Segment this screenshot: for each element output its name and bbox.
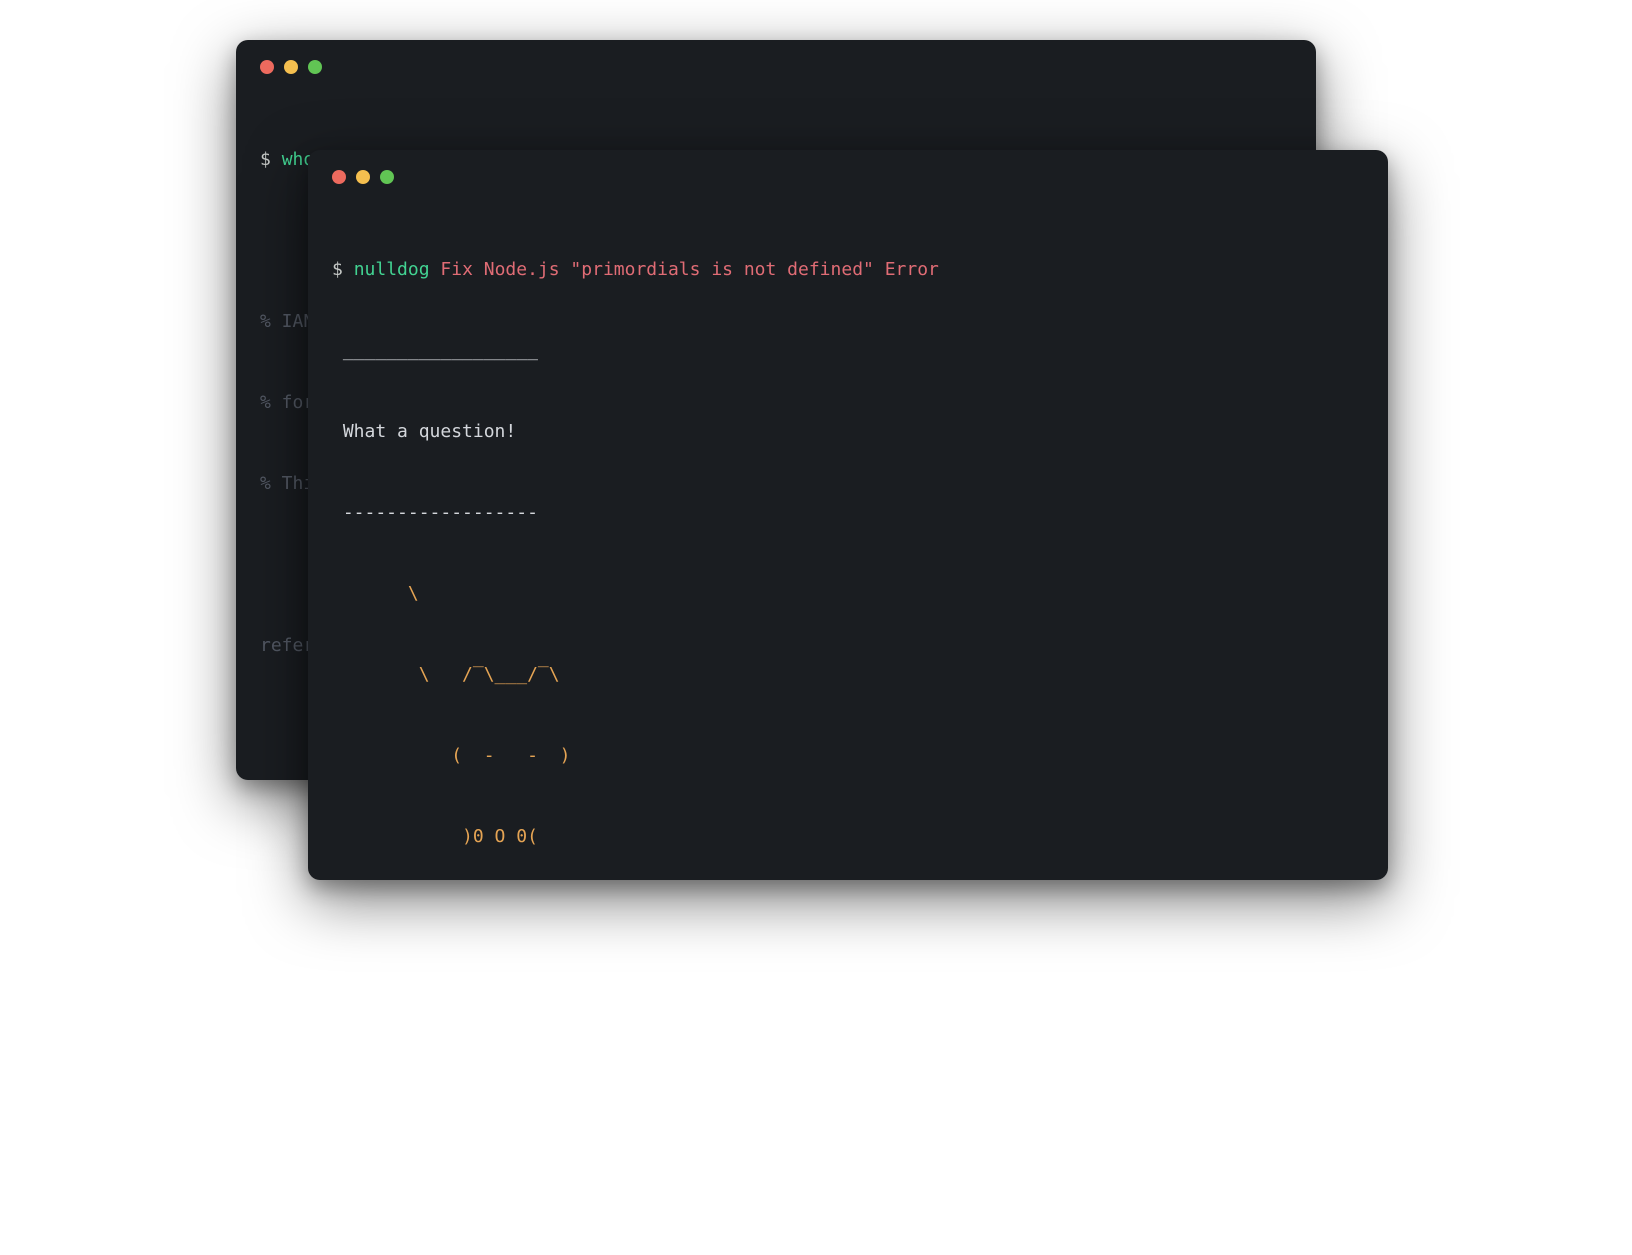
prompt-symbol: $ <box>332 259 343 280</box>
ascii-dog-line: )0 O 0( <box>332 823 1364 850</box>
ascii-dog-line: ( - - ) <box>332 742 1364 769</box>
speech-bubble-text: What a question! <box>332 418 1364 445</box>
prompt-command: nulldog <box>354 259 430 280</box>
speech-bubble-bottom: ------------------ <box>332 499 1364 526</box>
terminal-window-front: $ nulldog Fix Node.js "primordials is no… <box>308 150 1388 880</box>
minimize-icon[interactable] <box>284 60 298 74</box>
maximize-icon[interactable] <box>380 170 394 184</box>
prompt-arg: Fix Node.js "primordials is not defined"… <box>440 259 939 280</box>
terminal-front-content: $ nulldog Fix Node.js "primordials is no… <box>332 202 1364 880</box>
prompt-symbol: $ <box>260 149 271 170</box>
ascii-dog-line: \ <box>332 580 1364 607</box>
minimize-icon[interactable] <box>356 170 370 184</box>
close-icon[interactable] <box>260 60 274 74</box>
ascii-dog-line: \ /‾\___/‾\ <box>332 661 1364 688</box>
close-icon[interactable] <box>332 170 346 184</box>
terminal-stack: $ whois nulldog.com % IANA WHOIS server … <box>236 40 1396 940</box>
maximize-icon[interactable] <box>308 60 322 74</box>
speech-bubble-top: __________________ <box>332 337 1364 364</box>
window-controls <box>332 170 1364 184</box>
window-controls <box>260 60 1292 74</box>
prompt-line: $ nulldog Fix Node.js "primordials is no… <box>332 256 1364 283</box>
